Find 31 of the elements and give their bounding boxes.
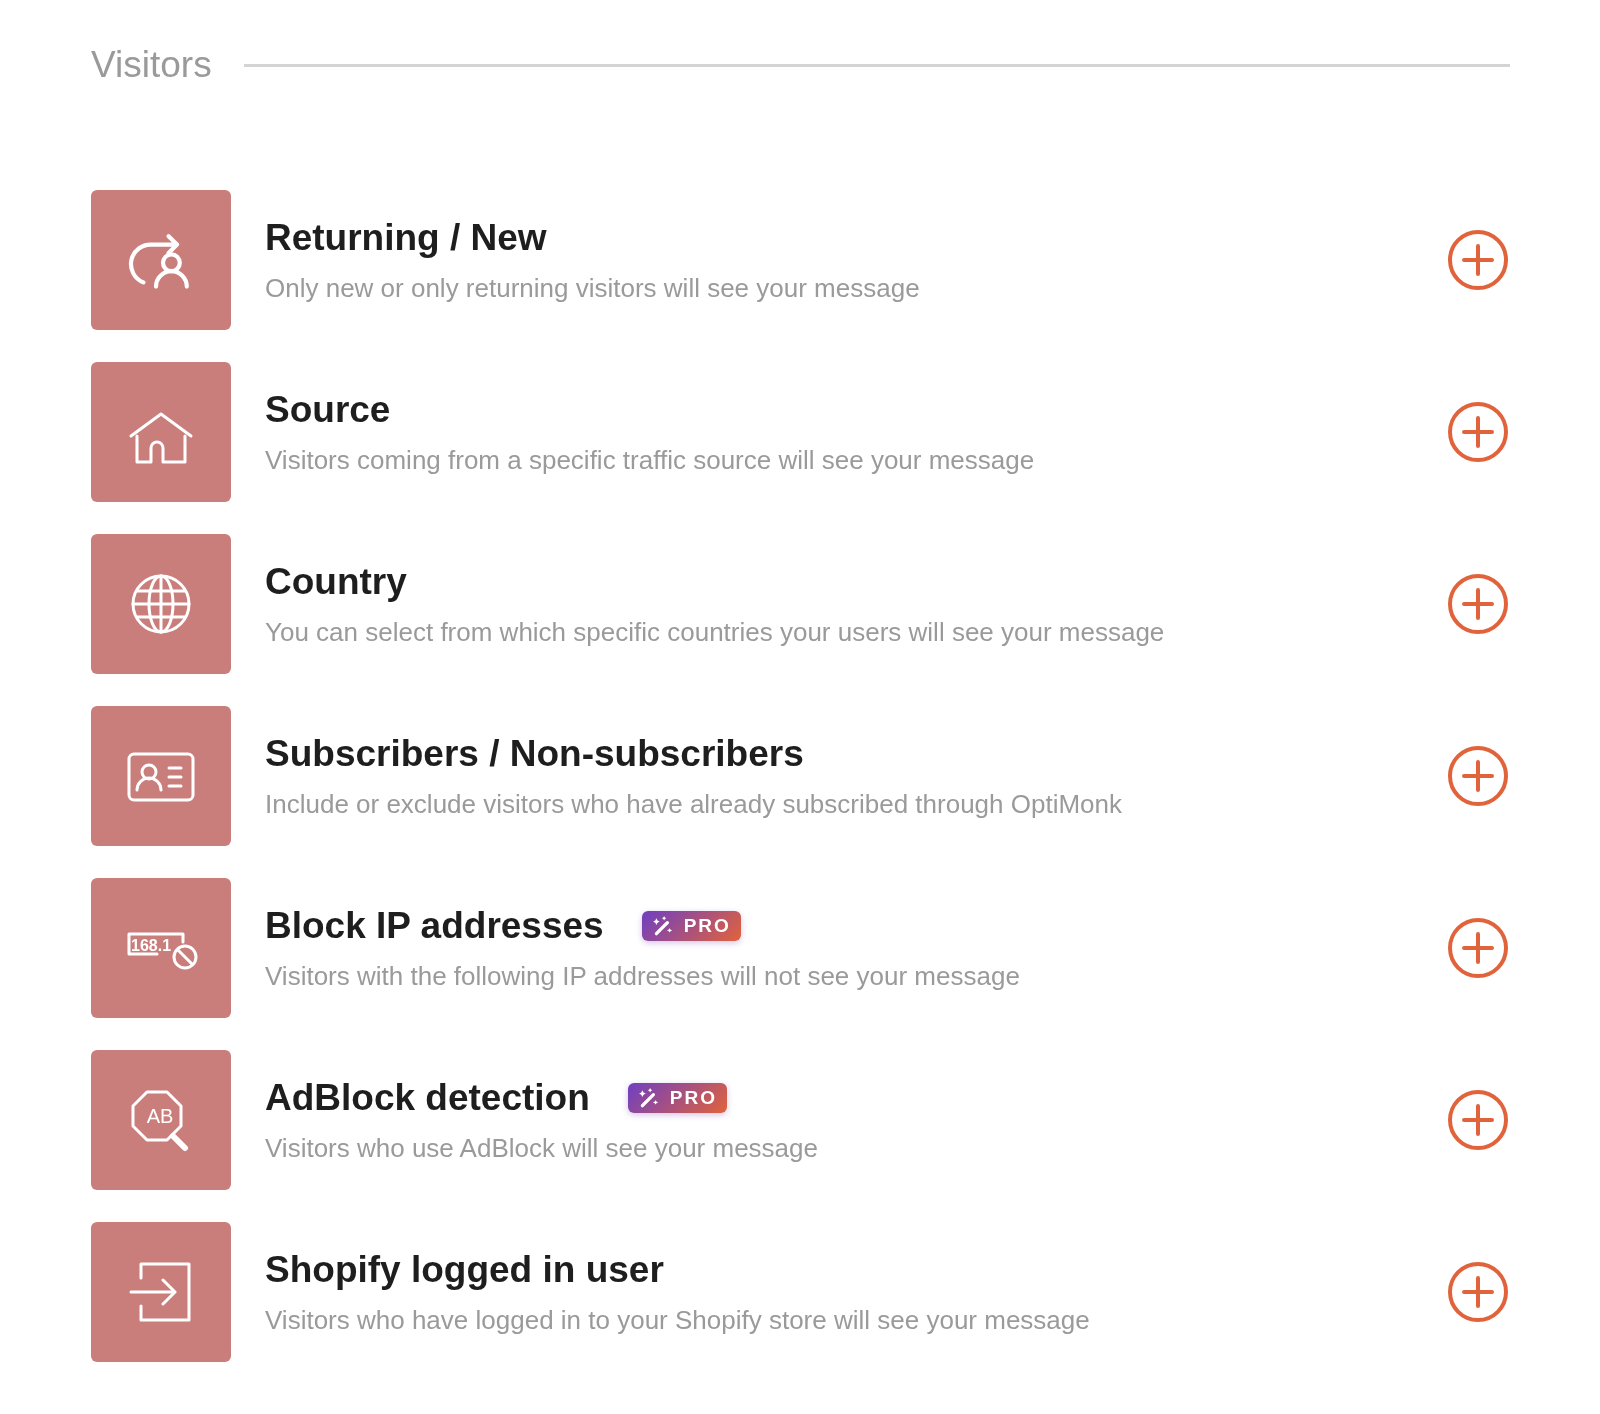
item-description: Visitors who have logged in to your Shopify store will see your message <box>265 1304 1091 1336</box>
globe-icon <box>131 574 191 634</box>
add-button[interactable] <box>1446 1260 1510 1324</box>
add-button[interactable] <box>1446 744 1510 808</box>
badge-label: PRO <box>683 914 731 937</box>
add-button[interactable] <box>1446 1088 1510 1152</box>
item-title: Country <box>265 560 407 603</box>
magic-wand-icon <box>637 1086 660 1109</box>
item-description: Visitors who use AdBlock will see your message <box>265 1132 819 1164</box>
house-icon <box>129 412 193 464</box>
badge-label: PRO <box>669 1086 717 1109</box>
section-title: Visitors <box>91 44 212 86</box>
returning-person-icon <box>128 234 189 289</box>
item-description: You can select from which specific countries your users will see your message <box>265 616 1166 648</box>
item-description: Only new or only returning visitors will see your message <box>265 272 921 304</box>
add-button[interactable] <box>1446 400 1510 464</box>
item-title: Subscribers / Non-subscribers <box>265 732 804 775</box>
item-title: Shopify logged in user <box>265 1248 664 1291</box>
item-title: AdBlock detection <box>265 1076 590 1119</box>
add-button[interactable] <box>1446 916 1510 980</box>
item-title: Source <box>265 388 391 431</box>
item-description: Visitors with the following IP addresses will not see your message <box>265 960 1021 992</box>
magic-wand-icon <box>651 914 674 937</box>
contact-card-icon <box>127 752 195 802</box>
item-title: Returning / New <box>265 216 547 259</box>
login-arrow-icon <box>129 1262 191 1322</box>
add-button[interactable] <box>1446 572 1510 636</box>
add-button[interactable] <box>1446 228 1510 292</box>
item-description: Visitors coming from a specific traffic source will see your message <box>265 444 1036 476</box>
item-description: Include or exclude visitors who have already subscribed through OptiMonk <box>265 788 1123 820</box>
item-title: Block IP addresses <box>265 904 604 947</box>
